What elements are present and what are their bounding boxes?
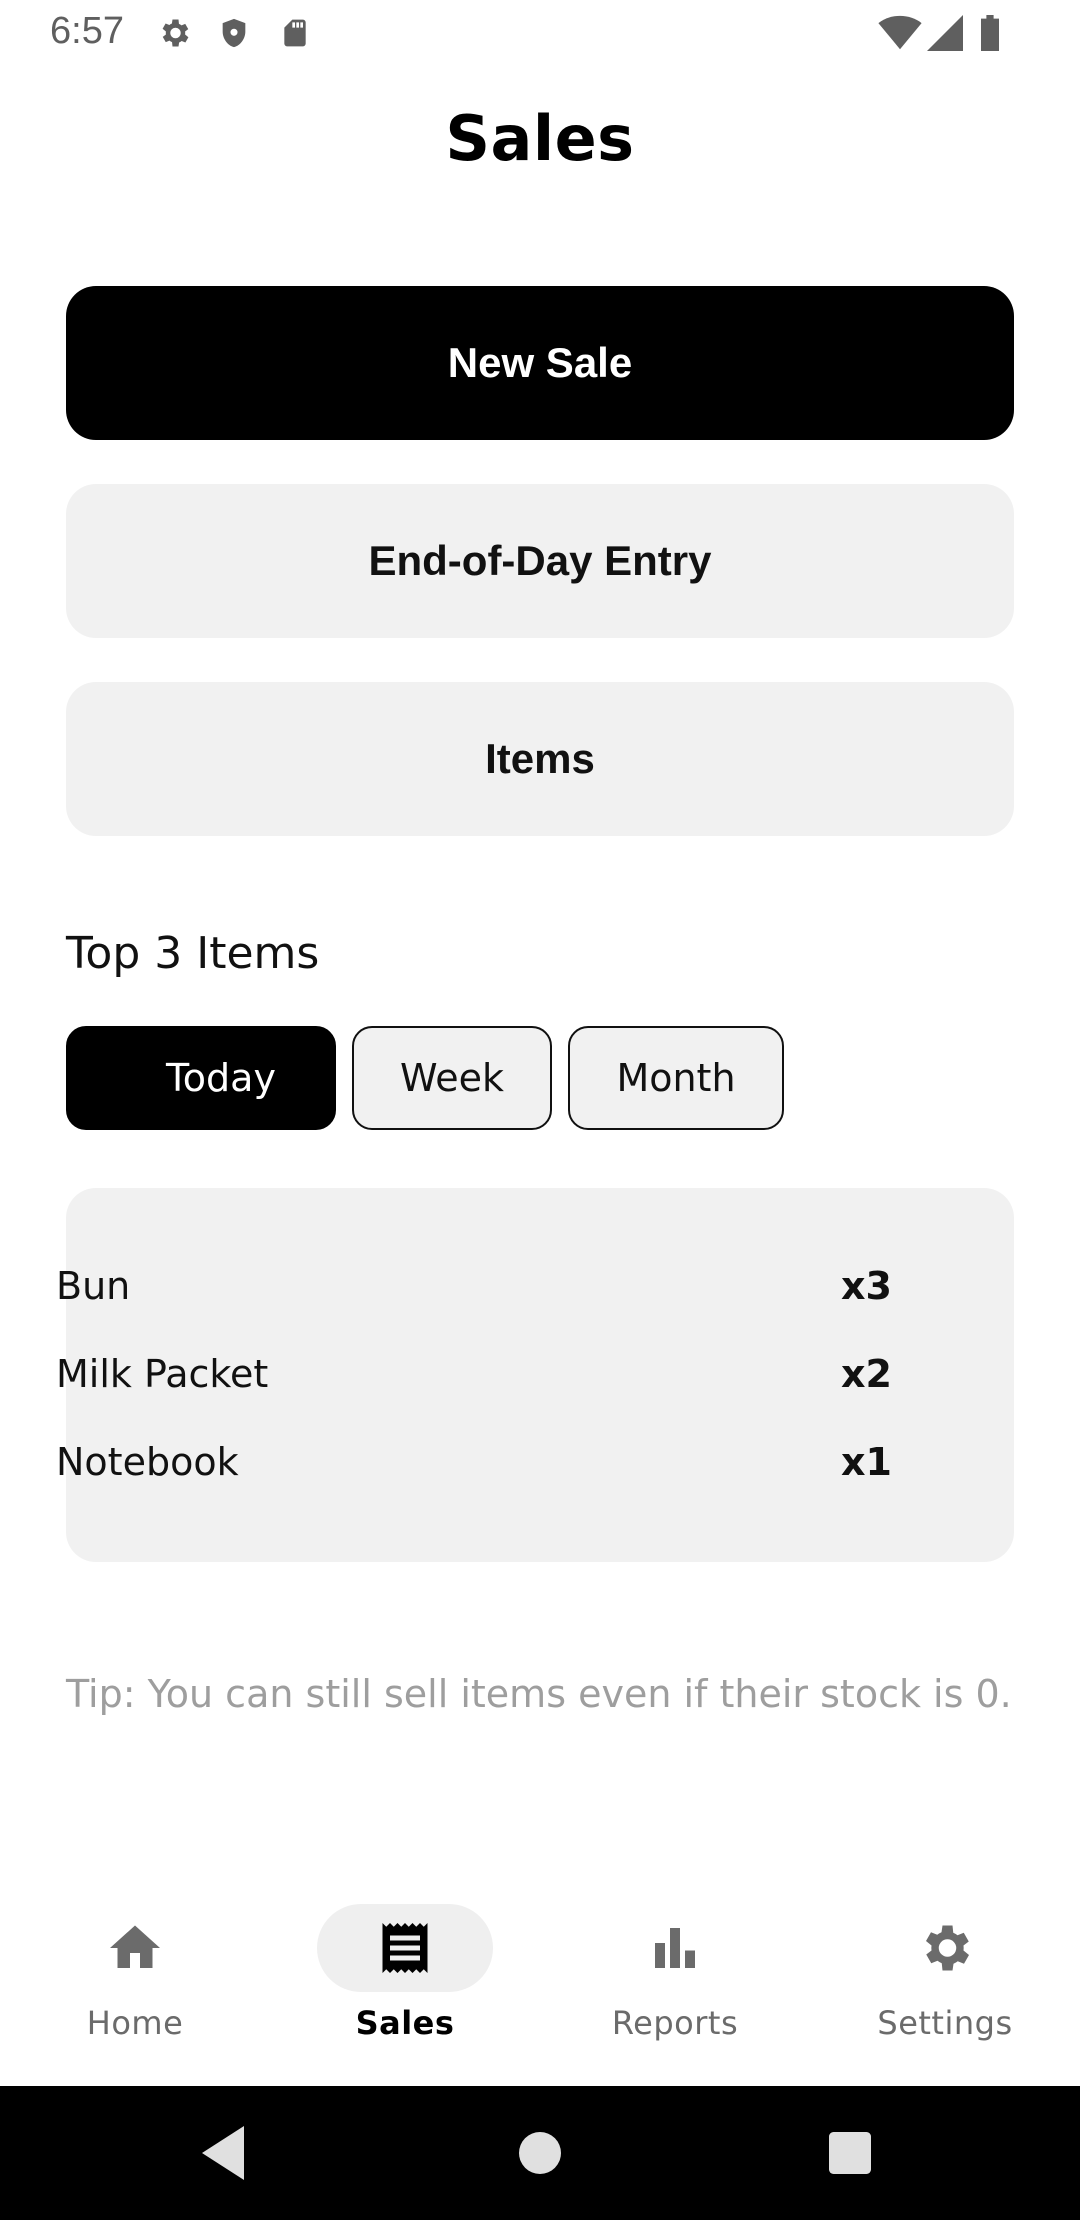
wifi-icon bbox=[878, 15, 922, 51]
item-quantity: x2 bbox=[841, 1352, 892, 1396]
list-item: Milk Packet x2 bbox=[56, 1344, 892, 1404]
home-circle-icon[interactable] bbox=[519, 2126, 561, 2184]
list-item: Notebook x1 bbox=[56, 1432, 892, 1492]
nav-label-home: Home bbox=[86, 2004, 184, 2042]
list-item: Bun x3 bbox=[56, 1256, 892, 1316]
item-name: Bun bbox=[56, 1264, 131, 1308]
sd-card-icon bbox=[279, 15, 311, 51]
end-of-day-entry-button[interactable]: End-of-Day Entry bbox=[66, 484, 1014, 638]
items-button[interactable]: Items bbox=[66, 682, 1014, 836]
item-quantity: x1 bbox=[841, 1440, 892, 1484]
nav-item-home[interactable]: Home bbox=[0, 1880, 270, 2086]
new-sale-button[interactable]: New Sale bbox=[66, 286, 1014, 440]
back-icon[interactable] bbox=[202, 2126, 250, 2184]
nav-label-settings: Settings bbox=[877, 2004, 1013, 2042]
shield-icon bbox=[217, 15, 251, 51]
filter-month-chip[interactable]: Month bbox=[568, 1026, 784, 1130]
item-quantity: x3 bbox=[841, 1264, 892, 1308]
filter-today-chip[interactable]: Today bbox=[66, 1026, 336, 1130]
system-navigation-bar bbox=[0, 2086, 1080, 2220]
filter-week-chip[interactable]: Week bbox=[352, 1026, 552, 1130]
status-time: 6:57 bbox=[50, 10, 124, 52]
page-title: Sales bbox=[445, 102, 635, 175]
nav-item-sales[interactable]: Sales bbox=[270, 1880, 540, 2086]
battery-icon bbox=[978, 15, 1002, 51]
top-items-heading: Top 3 Items bbox=[66, 928, 320, 979]
gear-icon bbox=[915, 1918, 975, 1978]
item-name: Milk Packet bbox=[56, 1352, 269, 1396]
tip-text: Tip: You can still sell items even if th… bbox=[66, 1672, 1012, 1716]
receipt-icon bbox=[375, 1918, 435, 1978]
nav-label-reports: Reports bbox=[611, 2004, 739, 2042]
cell-signal-icon bbox=[926, 15, 964, 51]
nav-item-reports[interactable]: Reports bbox=[540, 1880, 810, 2086]
status-bar: 6:57 bbox=[0, 0, 1080, 66]
home-icon bbox=[105, 1918, 165, 1978]
item-name: Notebook bbox=[56, 1440, 239, 1484]
nav-item-settings[interactable]: Settings bbox=[810, 1880, 1080, 2086]
bar-chart-icon bbox=[645, 1918, 705, 1978]
gear-icon bbox=[156, 15, 192, 51]
bottom-navigation: Home Sales Reports Settings bbox=[0, 1880, 1080, 2086]
nav-label-sales: Sales bbox=[355, 2004, 455, 2042]
recents-icon[interactable] bbox=[828, 2126, 872, 2184]
